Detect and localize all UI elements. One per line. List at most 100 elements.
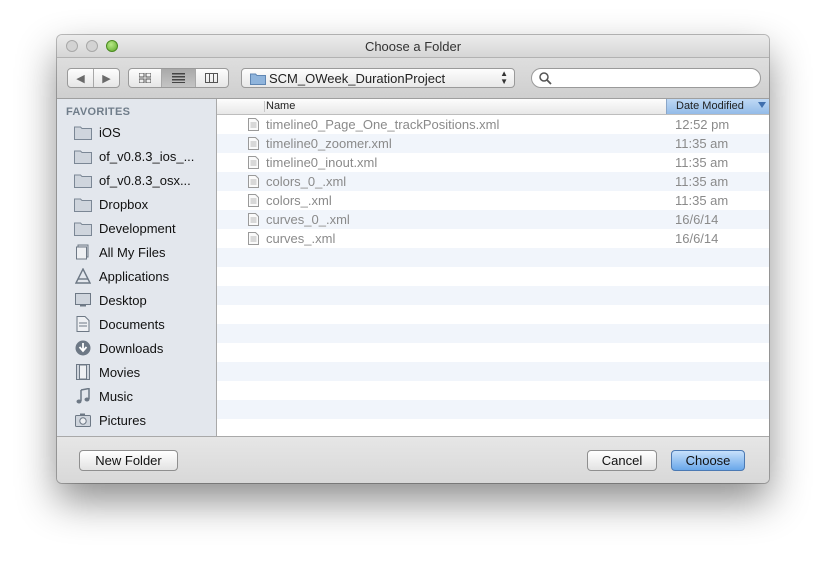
sidebar-item[interactable]: of_v0.8.3_osx...	[73, 169, 213, 191]
file-row[interactable]: colors_0_.xml 11:35 am	[217, 172, 769, 191]
file-list: Name Date Modified timeline0_Page_One_tr…	[217, 99, 769, 436]
file-name: curves_.xml	[266, 231, 336, 246]
desktop-icon	[73, 291, 93, 309]
sort-descending-icon	[758, 102, 766, 108]
new-folder-button[interactable]: New Folder	[79, 450, 178, 471]
cancel-button[interactable]: Cancel	[587, 450, 657, 471]
file-date: 12:52 pm	[675, 117, 730, 132]
location-popup[interactable]: SCM_OWeek_DurationProject ▲ ▼	[241, 68, 515, 88]
sidebar-item[interactable]: Pictures	[73, 409, 213, 431]
back-forward-control: ◀ ▶	[67, 68, 120, 88]
sidebar-item[interactable]: Music	[73, 385, 213, 407]
back-button[interactable]: ◀	[68, 69, 94, 87]
choose-button[interactable]: Choose	[671, 450, 745, 471]
empty-row	[217, 305, 769, 324]
name-column-header[interactable]: Name	[266, 100, 295, 112]
file-row[interactable]: curves_0_.xml 16/6/14	[217, 210, 769, 229]
window-title: Choose a Folder	[364, 39, 462, 54]
folder-icon	[73, 147, 93, 165]
file-row[interactable]: colors_.xml 11:35 am	[217, 191, 769, 210]
sidebar-item-label: Movies	[99, 364, 141, 380]
file-row[interactable]: timeline0_inout.xml 11:35 am	[217, 153, 769, 172]
empty-row	[217, 267, 769, 286]
sidebar-item-label: Applications	[99, 268, 170, 284]
sidebar: FAVORITES iOS of_v0.8.3_ios_... of_v0.8.3_…	[57, 99, 217, 436]
file-date: 11:35 am	[675, 174, 729, 189]
sidebar-item[interactable]: of_v0.8.3_ios_...	[73, 145, 213, 167]
sidebar-item-label: Desktop	[99, 292, 147, 308]
list-view-button[interactable]	[162, 69, 196, 87]
file-date: 16/6/14	[675, 212, 719, 227]
file-date: 11:35 am	[675, 155, 729, 170]
list-view-icon	[171, 73, 185, 83]
sidebar-item[interactable]: Documents	[73, 313, 213, 335]
empty-row	[217, 362, 769, 381]
sidebar-item[interactable]: Downloads	[73, 337, 213, 359]
file-name: curves_0_.xml	[266, 212, 350, 227]
folder-icon	[73, 123, 93, 141]
empty-row	[217, 400, 769, 419]
file-name: timeline0_inout.xml	[266, 155, 378, 170]
forward-button[interactable]: ▶	[94, 69, 119, 87]
file-date: 16/6/14	[675, 231, 719, 246]
sidebar-item-label: of_v0.8.3_osx...	[99, 172, 191, 188]
sidebar-item-label: iOS	[99, 124, 121, 140]
applications-icon	[73, 267, 93, 285]
sidebar-item-label: Music	[99, 388, 133, 404]
column-header: Name Date Modified	[217, 99, 769, 115]
sidebar-item[interactable]: Dropbox	[73, 193, 213, 215]
file-name: timeline0_zoomer.xml	[266, 136, 392, 151]
search-icon	[539, 72, 552, 85]
file-name: colors_.xml	[266, 193, 332, 208]
file-rows: timeline0_Page_One_trackPositions.xml 12:…	[217, 115, 769, 438]
folder-icon	[250, 73, 266, 85]
all-files-icon	[73, 243, 93, 261]
file-name: colors_0_.xml	[266, 174, 347, 189]
empty-row	[217, 286, 769, 305]
file-row[interactable]: timeline0_zoomer.xml 11:35 am	[217, 134, 769, 153]
file-date: 11:35 am	[675, 136, 729, 151]
empty-row	[217, 343, 769, 362]
sidebar-item[interactable]: Development	[73, 217, 213, 239]
icon-view-icon	[139, 73, 152, 83]
sidebar-item-label: Documents	[99, 316, 165, 332]
sidebar-item-label: Downloads	[99, 340, 164, 356]
sidebar-item[interactable]: All My Files	[73, 241, 213, 263]
date-modified-label: Date Modified	[676, 100, 744, 112]
sidebar-item-label: of_v0.8.3_ios_...	[99, 148, 195, 164]
bottom-bar: New Folder Cancel Choose	[57, 436, 769, 483]
sidebar-item[interactable]: Desktop	[73, 289, 213, 311]
toolbar: ◀ ▶ SCM_OWeek_DurationProject ▲ ▼	[57, 58, 769, 99]
downloads-icon	[73, 339, 93, 357]
movies-icon	[73, 363, 93, 381]
pictures-icon	[73, 411, 93, 429]
sidebar-item-label: Dropbox	[99, 196, 149, 212]
folder-icon	[73, 171, 93, 189]
sidebar-item[interactable]: Applications	[73, 265, 213, 287]
empty-row	[217, 324, 769, 343]
title-bar: Choose a Folder	[57, 35, 769, 58]
popup-arrows-icon: ▲ ▼	[500, 69, 508, 86]
search-field[interactable]	[531, 68, 761, 88]
sidebar-item[interactable]: iOS	[73, 121, 213, 143]
location-label: SCM_OWeek_DurationProject	[269, 71, 446, 86]
file-name: timeline0_Page_One_trackPositions.xml	[266, 117, 500, 132]
empty-row	[217, 381, 769, 400]
column-view-button[interactable]	[196, 69, 228, 87]
choose-folder-dialog: Choose a Folder ◀ ▶ SCM_OWeek_DurationPr…	[57, 35, 769, 483]
sidebar-item-label: Development	[99, 220, 176, 236]
folder-icon	[73, 195, 93, 213]
view-mode-control	[128, 68, 229, 88]
file-row[interactable]: timeline0_Page_One_trackPositions.xml 12:…	[217, 115, 769, 134]
music-icon	[73, 387, 93, 405]
sidebar-item[interactable]: Movies	[73, 361, 213, 383]
sidebar-item-label: All My Files	[99, 244, 166, 260]
sidebar-item-label: Pictures	[99, 412, 146, 428]
icon-view-button[interactable]	[129, 69, 163, 87]
file-date: 11:35 am	[675, 193, 729, 208]
folder-icon	[73, 219, 93, 237]
date-modified-column-header[interactable]: Date Modified	[666, 99, 769, 114]
sidebar-heading: FAVORITES	[66, 106, 131, 118]
file-row[interactable]: curves_.xml 16/6/14	[217, 229, 769, 248]
column-view-icon	[205, 73, 219, 83]
